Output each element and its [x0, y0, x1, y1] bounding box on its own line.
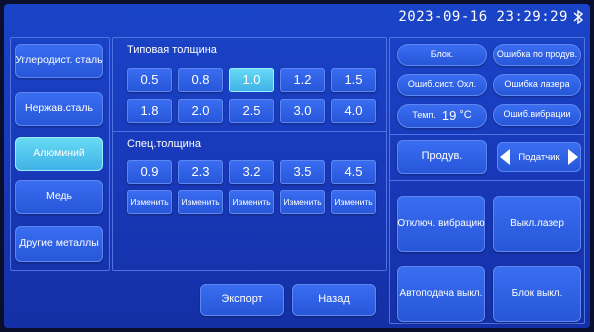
feeder-prev-arrow-icon[interactable]: [500, 149, 510, 165]
clock: 2023-09-16 23:29:29: [398, 9, 568, 25]
edit-thickness-button[interactable]: Изменить: [229, 190, 274, 214]
cooling-error-indicator: Ошиб.сист. Охл.: [397, 74, 487, 96]
thickness-button-selected[interactable]: 1.0: [229, 68, 274, 92]
divider: [389, 180, 585, 181]
back-button[interactable]: Назад: [292, 284, 376, 316]
special-thickness-title: Спец.толщина: [127, 138, 201, 150]
feeder-selector: Податчик: [497, 142, 581, 172]
edit-thickness-button[interactable]: Изменить: [127, 190, 172, 214]
edit-thickness-button[interactable]: Изменить: [178, 190, 223, 214]
thickness-button[interactable]: 1.8: [127, 99, 172, 123]
divider: [112, 131, 387, 132]
temperature-value: 19: [441, 108, 457, 124]
edit-thickness-button[interactable]: Изменить: [331, 190, 376, 214]
thickness-button[interactable]: 3.0: [280, 99, 325, 123]
purge-button[interactable]: Продув.: [397, 140, 487, 174]
thickness-button[interactable]: 4.0: [331, 99, 376, 123]
temperature-indicator: Темп. 19 °C: [397, 104, 487, 128]
bluetooth-icon: [573, 9, 584, 25]
special-thickness-button[interactable]: 3.2: [229, 160, 274, 184]
special-thickness-button[interactable]: 2.3: [178, 160, 223, 184]
status-bar: 2023-09-16 23:29:29: [4, 4, 590, 30]
thickness-button[interactable]: 0.8: [178, 68, 223, 92]
thickness-button[interactable]: 0.5: [127, 68, 172, 92]
thickness-button[interactable]: 1.5: [331, 68, 376, 92]
divider: [389, 134, 585, 135]
thickness-button[interactable]: 2.5: [229, 99, 274, 123]
purge-error-indicator: Ошибка по продув.: [493, 44, 581, 66]
block-off-button[interactable]: Блок выкл.: [493, 266, 581, 322]
autofeed-off-button[interactable]: Автоподача выкл.: [397, 266, 485, 322]
material-copper-button[interactable]: Медь: [15, 180, 103, 214]
feeder-next-arrow-icon[interactable]: [567, 149, 578, 165]
vibration-off-button[interactable]: Отключ. вибрацию: [397, 196, 485, 252]
special-thickness-button[interactable]: 3.5: [280, 160, 325, 184]
edit-thickness-button[interactable]: Изменить: [280, 190, 325, 214]
vibration-error-indicator: Ошиб.вибрации: [493, 104, 581, 126]
temperature-label: Темп.: [412, 110, 436, 121]
laser-error-indicator: Ошибка лазера: [493, 74, 581, 96]
export-button[interactable]: Экспорт: [200, 284, 284, 316]
thickness-button[interactable]: 1.2: [280, 68, 325, 92]
special-thickness-button[interactable]: 0.9: [127, 160, 172, 184]
block-status-indicator: Блок.: [397, 44, 487, 66]
material-aluminum-button[interactable]: Алюминий: [15, 137, 103, 171]
feeder-label: Податчик: [518, 151, 560, 163]
special-thickness-button[interactable]: 4.5: [331, 160, 376, 184]
thickness-button[interactable]: 2.0: [178, 99, 223, 123]
screen: 2023-09-16 23:29:29 Углеродист. сталь Не…: [4, 4, 590, 328]
laser-off-button[interactable]: Выкл.лазер: [493, 196, 581, 252]
temperature-unit: °C: [459, 109, 472, 122]
material-carbon-steel-button[interactable]: Углеродист. сталь: [15, 44, 103, 78]
material-stainless-steel-button[interactable]: Нержав.сталь: [15, 92, 103, 126]
typical-thickness-title: Типовая толщина: [127, 44, 217, 56]
material-other-metals-button[interactable]: Другие металлы: [15, 226, 103, 262]
